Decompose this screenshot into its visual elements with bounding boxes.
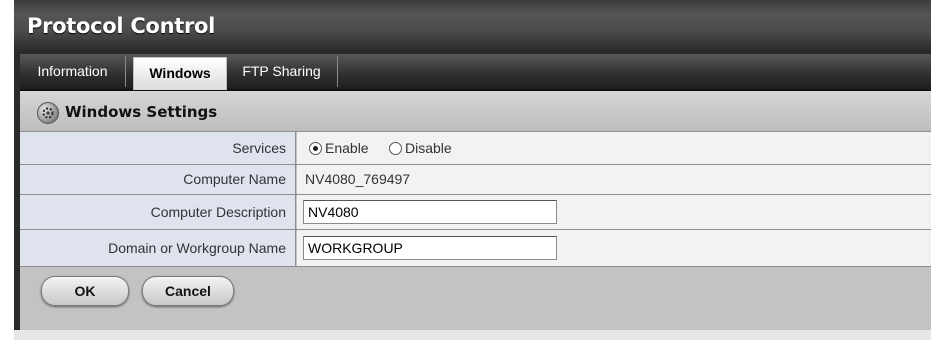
domain-row: Domain or Workgroup Name [20,230,931,267]
tab-ftp-sharing[interactable]: FTP Sharing [226,56,338,87]
computer-description-row: Computer Description [20,195,931,230]
computer-name-cell: NV4080_769497 [297,165,931,194]
settings-content: Windows Settings Services Enable Disable… [20,91,931,330]
tab-windows[interactable]: Windows [133,57,227,90]
section-title: Windows Settings [65,103,218,121]
enable-label: Enable [325,140,369,156]
computer-name-value: NV4080_769497 [305,171,411,187]
disable-radio-option[interactable]: Disable [389,132,452,164]
frame-bottom-edge [14,330,931,340]
enable-radio[interactable] [309,142,322,155]
services-value: Enable Disable [297,132,931,164]
computer-name-label: Computer Name [20,165,296,194]
services-row: Services Enable Disable [20,132,931,165]
disable-label: Disable [405,140,452,156]
enable-radio-option[interactable]: Enable [309,132,369,164]
disable-radio[interactable] [389,142,402,155]
cancel-button[interactable]: Cancel [142,276,234,306]
section-header: Windows Settings [20,91,931,131]
computer-description-input[interactable] [303,200,557,224]
domain-cell [297,230,931,266]
domain-label: Domain or Workgroup Name [20,230,296,266]
protocol-control-panel: Protocol Control Information Windows FTP… [14,0,931,340]
tab-information[interactable]: Information [20,56,126,87]
page-title: Protocol Control [27,14,216,38]
computer-description-label: Computer Description [20,195,296,229]
ok-button[interactable]: OK [41,276,129,306]
domain-input[interactable] [303,236,557,260]
computer-description-cell [297,195,931,229]
tab-bar: Information Windows FTP Sharing [20,54,931,91]
gear-icon [37,102,59,124]
computer-name-row: Computer Name NV4080_769497 [20,165,931,195]
services-label: Services [20,132,296,164]
settings-form: Services Enable Disable Computer Name NV… [20,131,931,267]
